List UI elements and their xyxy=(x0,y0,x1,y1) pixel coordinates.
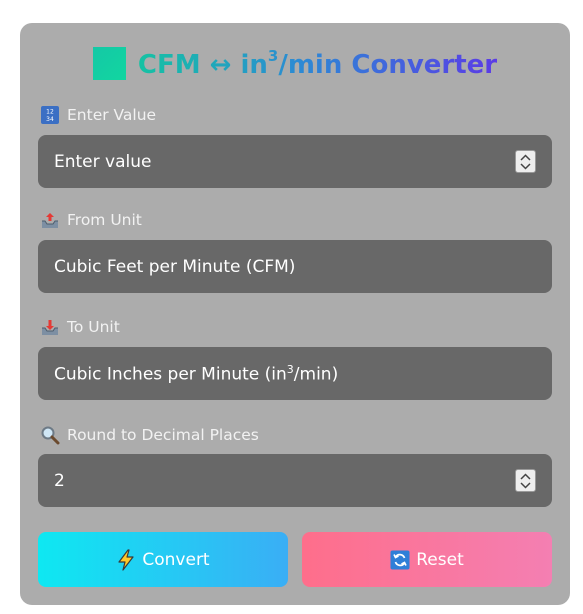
spinner-down-icon[interactable] xyxy=(520,481,531,489)
from-unit-select[interactable]: Cubic Feet per Minute (CFM) xyxy=(38,240,552,293)
svg-text:34: 34 xyxy=(46,116,54,123)
from-unit-label-text: From Unit xyxy=(67,211,142,229)
reset-button-label: Reset xyxy=(416,549,464,570)
value-input[interactable]: Enter value xyxy=(38,135,552,188)
title-square-icon xyxy=(92,46,126,80)
refresh-icon xyxy=(390,550,410,570)
outbox-tray-icon xyxy=(40,210,60,230)
decimal-spinner[interactable] xyxy=(515,469,536,492)
decimal-places-label: Round to Decimal Places xyxy=(40,425,259,445)
svg-text:12: 12 xyxy=(46,109,54,116)
magnifier-icon xyxy=(40,425,60,445)
from-unit-label: From Unit xyxy=(40,210,142,230)
spinner-down-icon[interactable] xyxy=(520,162,531,170)
spinner-up-icon[interactable] xyxy=(520,153,531,161)
reset-button[interactable]: Reset xyxy=(302,532,552,587)
convert-button-label: Convert xyxy=(142,549,210,570)
lightning-icon xyxy=(116,548,136,571)
to-unit-select[interactable]: Cubic Inches per Minute (in3/min) xyxy=(38,347,552,400)
page-title: CFM ↔ in3/min Converter xyxy=(20,45,570,81)
convert-button[interactable]: Convert xyxy=(38,532,288,587)
numbers-icon: 12 34 xyxy=(40,105,60,125)
to-unit-label-text: To Unit xyxy=(67,318,120,336)
decimal-places-input[interactable]: 2 xyxy=(38,454,552,507)
enter-value-label-text: Enter Value xyxy=(67,106,157,124)
spinner-up-icon[interactable] xyxy=(520,472,531,480)
enter-value-label: 12 34 Enter Value xyxy=(40,105,156,125)
converter-card: CFM ↔ in3/min Converter 12 34 Enter Valu… xyxy=(20,23,570,605)
value-spinner[interactable] xyxy=(515,150,536,173)
from-unit-selected: Cubic Feet per Minute (CFM) xyxy=(54,256,296,277)
value-input-placeholder: Enter value xyxy=(54,151,152,172)
to-unit-selected: Cubic Inches per Minute (in3/min) xyxy=(54,362,339,385)
title-text: CFM ↔ in3/min Converter xyxy=(137,46,498,80)
inbox-tray-icon xyxy=(40,317,60,337)
decimal-places-value: 2 xyxy=(54,470,65,491)
decimal-places-label-text: Round to Decimal Places xyxy=(67,426,259,444)
to-unit-label: To Unit xyxy=(40,317,120,337)
